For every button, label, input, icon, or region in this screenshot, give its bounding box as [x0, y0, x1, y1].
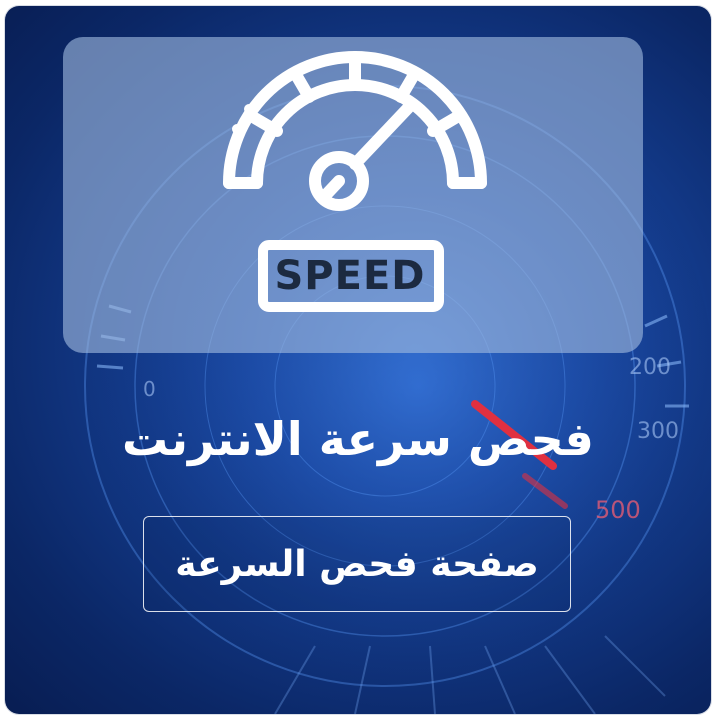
speed-test-card: 0 200 300 500 SPEED فحص سرعة الانترنت صف… — [5, 6, 711, 714]
speed-icon-panel: SPEED — [63, 37, 643, 353]
speed-badge-text: SPEED — [274, 253, 426, 299]
speed-test-page-button-label: صفحة فحص السرعة — [175, 543, 539, 585]
gauge-tick-500: 500 — [595, 496, 641, 524]
speed-test-page-button[interactable]: صفحة فحص السرعة — [143, 516, 571, 612]
gauge-tick-0: 0 — [143, 377, 156, 401]
page-title: فحص سرعة الانترنت — [122, 412, 594, 466]
gauge-tick-200: 200 — [629, 355, 671, 380]
